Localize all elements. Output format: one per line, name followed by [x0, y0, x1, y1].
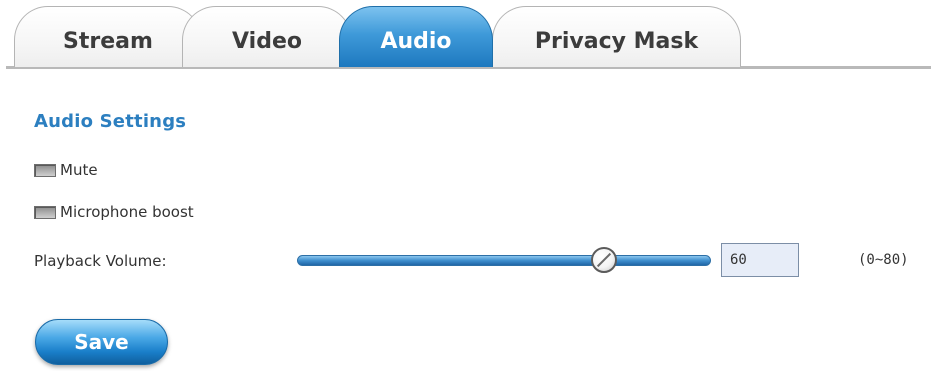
audio-settings-title: Audio Settings: [34, 111, 187, 132]
mute-checkbox[interactable]: [34, 163, 56, 177]
tab-video[interactable]: Video: [182, 6, 352, 67]
playback-volume-range: (0~80): [858, 252, 909, 268]
tab-privacy-mask[interactable]: Privacy Mask: [492, 6, 741, 67]
tab-audio[interactable]: Audio: [339, 6, 493, 67]
save-button[interactable]: Save: [35, 319, 168, 365]
volume-slider-track[interactable]: [297, 255, 711, 266]
microphone-boost-option: Microphone boost: [34, 202, 194, 222]
playback-volume-input[interactable]: [721, 243, 799, 277]
microphone-boost-checkbox[interactable]: [34, 205, 56, 219]
volume-slider-thumb[interactable]: [590, 247, 617, 273]
tab-bar: Stream Video Audio Privacy Mask: [0, 0, 931, 70]
playback-volume-label: Playback Volume:: [34, 252, 167, 270]
mute-option: Mute: [34, 160, 98, 180]
microphone-boost-label: Microphone boost: [60, 203, 194, 221]
tab-stream[interactable]: Stream: [14, 6, 202, 67]
mute-label: Mute: [60, 161, 98, 179]
